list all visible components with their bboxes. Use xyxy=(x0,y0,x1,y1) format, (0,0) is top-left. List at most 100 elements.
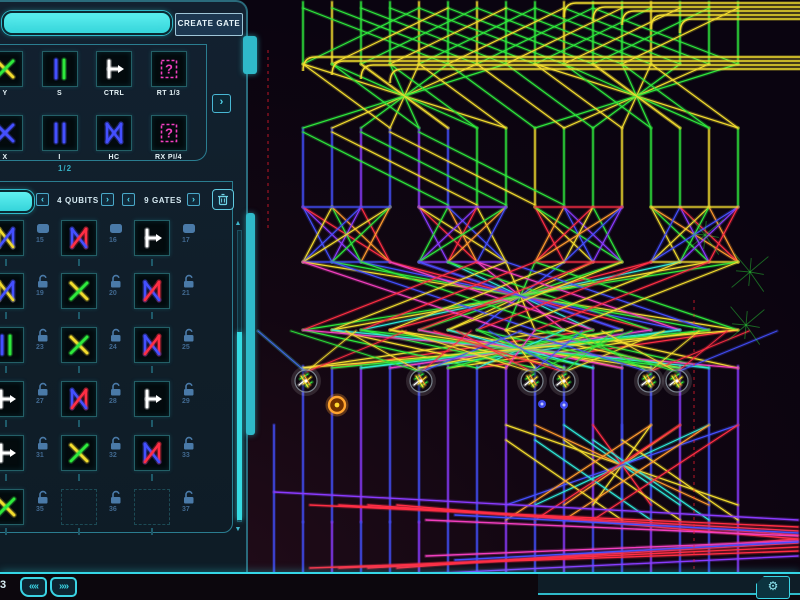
open-lock-icon[interactable] xyxy=(36,274,50,289)
slot-connector-tick xyxy=(78,312,80,319)
qubits-decrement-button[interactable]: ‹ xyxy=(36,193,49,206)
slot-connector-tick xyxy=(78,420,80,427)
palette-gate-label: Y xyxy=(0,90,32,97)
slot-connector-tick xyxy=(151,312,153,319)
palette-gate-rx-pi-4[interactable]: ? xyxy=(151,115,187,151)
svg-text:?: ? xyxy=(165,126,173,141)
scroll-up-button[interactable]: ▲ xyxy=(231,219,245,228)
open-lock-icon[interactable] xyxy=(182,490,196,505)
slot-number: 17 xyxy=(182,237,198,244)
inventory-slot-20[interactable] xyxy=(61,273,97,309)
slot-number: 36 xyxy=(109,506,125,513)
palette-gate-s[interactable] xyxy=(42,51,78,87)
filled-tab-icon[interactable] xyxy=(36,221,50,236)
slot-number: 23 xyxy=(36,344,52,351)
open-lock-icon[interactable] xyxy=(36,328,50,343)
slot-number: 33 xyxy=(182,452,198,459)
inventory-slot-23[interactable] xyxy=(0,327,24,363)
scroll-down-button[interactable]: ▼ xyxy=(231,525,245,534)
slot-connector-tick xyxy=(78,474,80,481)
palette-gate-label: RT 1/3 xyxy=(142,90,196,97)
inventory-slot-35[interactable] xyxy=(0,489,24,525)
palette-gate-rt-1-3[interactable]: ? xyxy=(151,51,187,87)
quantum-circuit-app: CREATE GATE YSCTRL?RT 1/3XIHC?RX PI/4 › … xyxy=(0,0,800,600)
inventory-slot-36[interactable] xyxy=(61,489,97,525)
open-lock-icon[interactable] xyxy=(109,382,123,397)
forward-icon2: » xyxy=(64,581,69,592)
slot-connector-tick xyxy=(5,259,7,266)
slot-connector-tick xyxy=(151,420,153,427)
slot-connector-tick xyxy=(78,528,80,535)
gear-icon: ⚙ xyxy=(768,579,779,593)
slot-number: 32 xyxy=(109,452,125,459)
slot-connector-tick xyxy=(5,312,7,319)
rewind-button[interactable]: «« xyxy=(20,577,47,597)
open-lock-icon[interactable] xyxy=(36,436,50,451)
open-lock-icon[interactable] xyxy=(182,274,196,289)
gates-decrement-button[interactable]: ‹ xyxy=(122,193,135,206)
inventory-slot-17[interactable] xyxy=(134,220,170,256)
open-lock-icon[interactable] xyxy=(109,274,123,289)
palette-gate-hc[interactable] xyxy=(96,115,132,151)
gate-panel: CREATE GATE YSCTRL?RT 1/3XIHC?RX PI/4 › … xyxy=(0,0,248,572)
slot-number: 15 xyxy=(36,237,52,244)
palette-gate-i[interactable] xyxy=(42,115,78,151)
inventory-slot-29[interactable] xyxy=(134,381,170,417)
slot-number: 28 xyxy=(109,398,125,405)
settings-button[interactable]: ⚙ xyxy=(756,576,790,599)
trash-button[interactable] xyxy=(212,189,234,210)
inventory-slot-33[interactable] xyxy=(134,435,170,471)
slot-number: 20 xyxy=(109,290,125,297)
slot-connector-tick xyxy=(5,528,7,535)
open-lock-icon[interactable] xyxy=(182,436,196,451)
slot-number: 25 xyxy=(182,344,198,351)
create-gate-button[interactable]: CREATE GATE xyxy=(175,13,243,36)
gates-increment-button[interactable]: › xyxy=(187,193,200,206)
slot-connector-tick xyxy=(5,420,7,427)
slot-connector-tick xyxy=(78,366,80,373)
open-lock-icon[interactable] xyxy=(36,382,50,397)
inventory-slot-28[interactable] xyxy=(61,381,97,417)
palette-gate-label: HC xyxy=(87,154,141,161)
open-lock-icon[interactable] xyxy=(109,436,123,451)
inventory-slot-19[interactable] xyxy=(0,273,24,309)
slot-number: 29 xyxy=(182,398,198,405)
gate-name-input[interactable] xyxy=(2,11,172,35)
open-lock-icon[interactable] xyxy=(36,490,50,505)
palette-gate-label: CTRL xyxy=(87,90,141,97)
slot-number: 19 xyxy=(36,290,52,297)
inventory-slot-25[interactable] xyxy=(134,327,170,363)
inventory-search-input[interactable] xyxy=(0,190,34,213)
palette-gate-y[interactable] xyxy=(0,51,23,87)
open-lock-icon[interactable] xyxy=(182,382,196,397)
qubits-increment-button[interactable]: › xyxy=(101,193,114,206)
inventory-slot-15[interactable] xyxy=(0,220,24,256)
panel-edge-scrollbar[interactable] xyxy=(246,213,255,435)
slot-number: 24 xyxy=(109,344,125,351)
inventory-scrollbar-thumb[interactable] xyxy=(237,332,242,520)
fast-forward-button[interactable]: »» xyxy=(50,577,77,597)
palette-gate-ctrl[interactable] xyxy=(96,51,132,87)
svg-text:?: ? xyxy=(165,62,173,77)
palette-gate-label: I xyxy=(33,154,87,161)
rewind-icon2: « xyxy=(34,581,39,592)
inventory-slot-37[interactable] xyxy=(134,489,170,525)
slot-connector-tick xyxy=(5,474,7,481)
open-lock-icon[interactable] xyxy=(182,328,196,343)
gates-count-label: 9 GATES xyxy=(140,196,186,205)
slot-number: 37 xyxy=(182,506,198,513)
palette-gate-label: RX PI/4 xyxy=(142,154,196,161)
palette-page-indicator: 1/2 xyxy=(38,164,92,173)
inventory-slot-27[interactable] xyxy=(0,381,24,417)
inventory-slot-16[interactable] xyxy=(61,220,97,256)
open-lock-icon[interactable] xyxy=(109,328,123,343)
inventory-slot-21[interactable] xyxy=(134,273,170,309)
palette-next-page-button[interactable]: › xyxy=(212,94,231,113)
filled-tab-icon[interactable] xyxy=(182,221,196,236)
open-lock-icon[interactable] xyxy=(109,490,123,505)
inventory-slot-32[interactable] xyxy=(61,435,97,471)
inventory-slot-24[interactable] xyxy=(61,327,97,363)
inventory-slot-31[interactable] xyxy=(0,435,24,471)
filled-tab-icon[interactable] xyxy=(109,221,123,236)
palette-gate-x[interactable] xyxy=(0,115,23,151)
